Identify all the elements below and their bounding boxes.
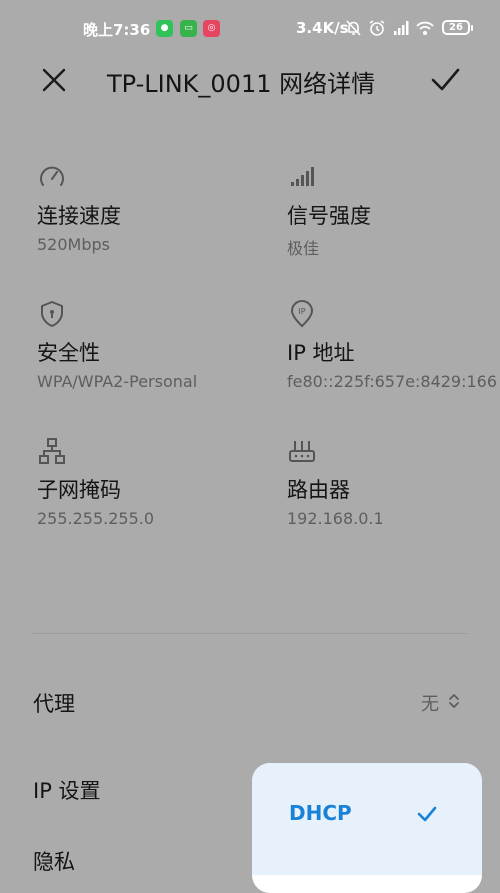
cellular-signal-icon [394, 21, 409, 35]
proxy-row[interactable]: 代理 [33, 688, 75, 718]
detail-label: IP 地址 [287, 341, 355, 365]
close-icon[interactable] [38, 64, 70, 96]
signal-bars-icon [291, 167, 314, 186]
ip-pin-icon: IP [290, 300, 314, 328]
message-notification-icon: ▭ [180, 20, 197, 37]
divider [32, 633, 468, 634]
page-title: TP-LINK_0011 网络详情 [107, 70, 376, 98]
detail-value: fe80::225f:657e:8429:166 [287, 372, 498, 391]
network-topology-icon [39, 438, 65, 464]
chevron-up-down-icon[interactable] [447, 692, 461, 710]
security-item: 安全性 WPA/WPA2-Personal [37, 299, 267, 391]
proxy-value[interactable]: 无 [421, 690, 439, 716]
signal-strength-item: 信号强度 极佳 [287, 162, 500, 258]
status-time: 晚上7:36 [83, 21, 151, 39]
instagram-notification-icon: ◎ [203, 20, 220, 37]
mute-bell-icon [346, 20, 361, 36]
check-icon [417, 806, 437, 822]
speedometer-icon [40, 166, 64, 186]
detail-value: 255.255.255.0 [37, 509, 155, 528]
status-bar: 晚上7:36 ● ▭ ◎ 3.4K/s 26 [0, 0, 500, 58]
shield-icon [41, 301, 63, 327]
detail-value: 520Mbps [37, 235, 110, 254]
wechat-notification-icon: ● [156, 20, 173, 37]
detail-label: 子网掩码 [37, 478, 121, 502]
detail-value: WPA/WPA2-Personal [37, 372, 198, 391]
privacy-row[interactable]: 隐私 [33, 846, 75, 876]
ip-settings-dropdown: DHCP [252, 763, 482, 893]
detail-label: 信号强度 [287, 204, 371, 228]
option-label: DHCP [289, 801, 352, 825]
subnet-mask-item: 子网掩码 255.255.255.0 [37, 436, 267, 528]
check-icon[interactable] [428, 64, 462, 96]
ip-address-item: IP IP 地址 fe80::225f:657e:8429:166 [287, 299, 500, 391]
router-item: 路由器 192.168.0.1 [287, 436, 500, 528]
detail-label: 连接速度 [37, 204, 121, 228]
wifi-icon [416, 21, 434, 35]
svg-text:IP: IP [298, 307, 305, 316]
detail-label: 路由器 [287, 478, 350, 502]
connection-speed-item: 连接速度 520Mbps [37, 162, 267, 254]
router-icon [289, 441, 315, 462]
alarm-clock-icon [369, 20, 385, 36]
title-bar: TP-LINK_0011 网络详情 [0, 58, 500, 102]
ip-settings-row[interactable]: IP 设置 [33, 775, 101, 805]
dropdown-option-dhcp[interactable]: DHCP [252, 763, 482, 875]
detail-value: 极佳 [287, 239, 320, 258]
detail-label: 安全性 [37, 341, 100, 365]
detail-value: 192.168.0.1 [287, 509, 384, 528]
network-speed: 3.4K/s [296, 19, 349, 37]
battery-indicator: 26 [442, 20, 473, 35]
